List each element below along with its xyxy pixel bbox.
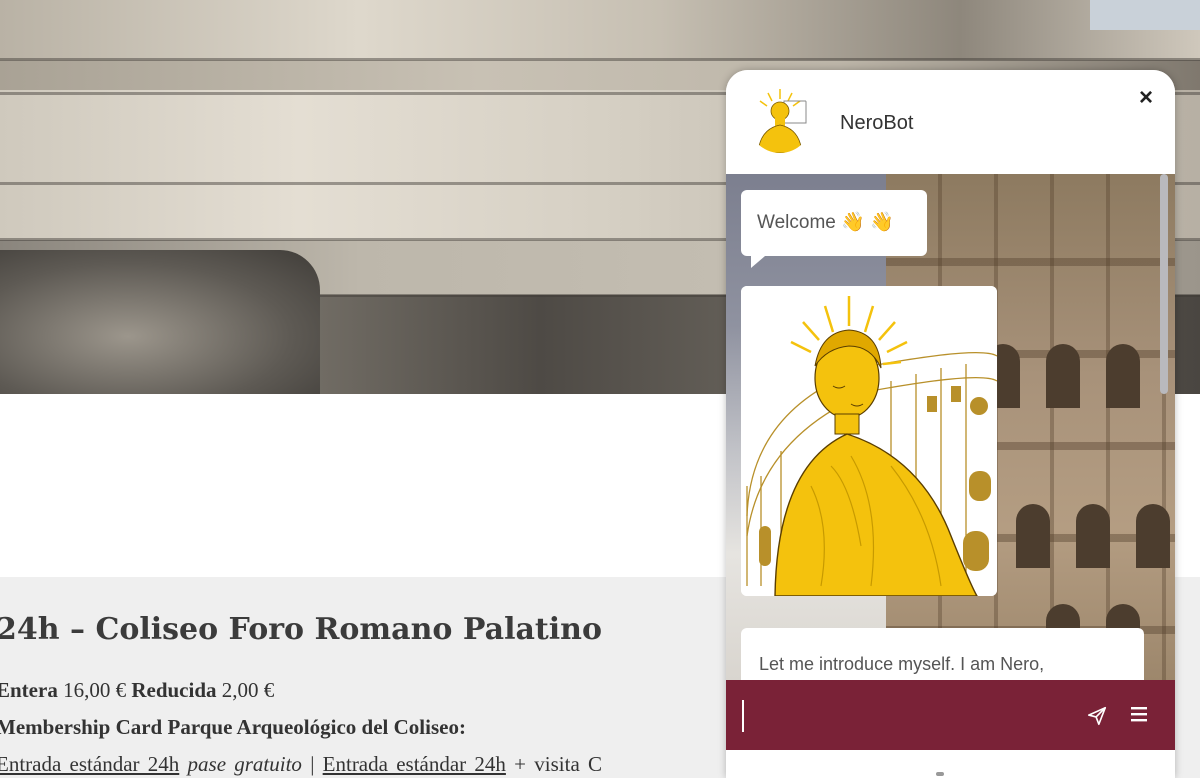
ticket-separator: | [310, 752, 315, 776]
chat-widget: NeroBot × Welcome 👋 👋 Let me introduce m… [726, 70, 1175, 778]
ticket-link-standard[interactable]: Entrada estándar 24h [0, 752, 179, 776]
footer-indicator [936, 772, 944, 776]
chat-scrollbar[interactable] [1160, 174, 1168, 394]
price-reducida-label: Reducida [131, 678, 217, 702]
welcome-message: Welcome 👋 👋 [741, 190, 927, 268]
chat-messages[interactable]: Welcome 👋 👋 Let me introduce myself. I a… [726, 174, 1175, 680]
welcome-text: Welcome 👋 👋 [757, 212, 894, 233]
chat-header: NeroBot × [726, 70, 1175, 174]
ticket-options: Entrada estándar 24h pase gratuito | Ent… [0, 752, 602, 777]
price-entera-label: Entera [0, 678, 58, 702]
nero-image-message [741, 286, 997, 596]
close-icon[interactable]: × [1132, 84, 1160, 112]
chat-input-bar [726, 680, 1175, 750]
ticket-extra: + visita C [514, 752, 603, 776]
product-title: 24h – Coliseo Foro Romano Palatino [0, 612, 602, 647]
intro-text: Let me introduce myself. I am Nero, [759, 654, 1045, 674]
price-entera: 16,00 € [63, 678, 127, 702]
bot-name: NeroBot [840, 112, 914, 134]
ticket-link-standard-visit[interactable]: Entrada estándar 24h [323, 752, 506, 776]
bot-avatar [748, 87, 812, 153]
membership-heading: Membership Card Parque Arqueológico del … [0, 715, 466, 739]
free-pass-label: pase gratuito [187, 752, 302, 776]
chat-footer [726, 750, 1175, 778]
menu-icon[interactable] [1130, 705, 1148, 723]
nero-avatar-icon [757, 89, 807, 153]
price-reducida: 2,00 € [221, 678, 275, 702]
message-input[interactable] [742, 700, 1072, 732]
price-line: Entera 16,00 € Reducida 2,00 € [0, 678, 274, 703]
intro-message: Let me introduce myself. I am Nero, [741, 628, 1144, 680]
nero-illustration-icon [741, 286, 997, 596]
send-icon[interactable] [1086, 705, 1108, 727]
